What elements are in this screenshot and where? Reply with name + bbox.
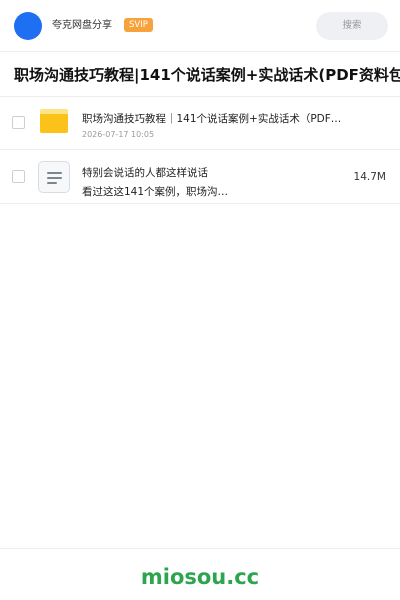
page-title: 职场沟通技巧教程|141个说话案例+实战话术(PDF资料包+) (14, 66, 400, 84)
footer: miosou.cc (0, 548, 400, 600)
avatar[interactable] (14, 12, 42, 40)
title-bar: 职场沟通技巧教程|141个说话案例+实战话术(PDF资料包+) (0, 52, 400, 97)
file-size: 14.7M (353, 171, 386, 183)
file-row-folder[interactable]: 职场沟通技巧教程｜141个说话案例+实战话术（PDF资料包） 2026-07-1… (0, 97, 400, 150)
svip-badge: SVIP (124, 18, 153, 32)
user-name[interactable]: 夸克网盘分享 (52, 19, 112, 33)
folder-icon (40, 109, 68, 133)
file-date: 2026-07-17 10:05 (82, 130, 155, 139)
document-icon (38, 161, 70, 193)
folder-name[interactable]: 职场沟通技巧教程｜141个说话案例+实战话术（PDF资料包） (82, 112, 344, 126)
document-description: 看过这这141个案例，职场沟通技巧全掌握 (82, 186, 232, 198)
select-checkbox[interactable] (12, 116, 25, 129)
footer-brand[interactable]: miosou.cc (0, 563, 400, 591)
document-name[interactable]: 特别会说话的人都这样说话 (82, 166, 302, 180)
search-button[interactable]: 搜索 (316, 12, 388, 40)
file-row-document[interactable]: 特别会说话的人都这样说话 看过这这141个案例，职场沟通技巧全掌握 14.7M (0, 150, 400, 204)
top-header: 夸克网盘分享 SVIP 搜索 (0, 0, 400, 52)
select-checkbox[interactable] (12, 170, 25, 183)
